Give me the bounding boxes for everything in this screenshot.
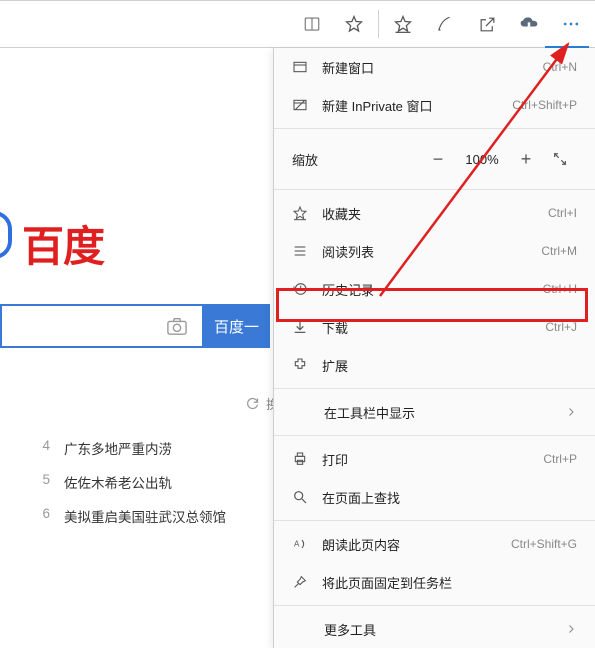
logo-text: 百度 bbox=[22, 223, 104, 270]
read-aloud-icon: A bbox=[292, 536, 308, 552]
news-list: 4 广东多地严重内涝 5 佐佐木希老公出轨 6 美拟重启美国驻武汉总领馆 bbox=[36, 438, 226, 526]
menu-new-inprivate[interactable]: 新建 InPrivate 窗口 Ctrl+Shift+P bbox=[274, 86, 595, 124]
favorite-star-icon[interactable] bbox=[334, 2, 374, 46]
menu-divider bbox=[274, 435, 595, 436]
history-icon bbox=[292, 281, 308, 297]
reading-view-icon[interactable] bbox=[292, 2, 332, 46]
menu-divider bbox=[274, 388, 595, 389]
menu-extensions[interactable]: 扩展 bbox=[274, 346, 595, 384]
menu-favorites[interactable]: 收藏夹 Ctrl+I bbox=[274, 194, 595, 232]
toolbar-separator bbox=[378, 10, 379, 38]
ink-icon[interactable] bbox=[425, 2, 465, 46]
window-icon bbox=[292, 59, 308, 75]
downloads-icon[interactable] bbox=[509, 2, 549, 46]
zoom-value: 100% bbox=[455, 152, 509, 167]
menu-show-in-toolbar[interactable]: 在工具栏中显示 bbox=[274, 393, 595, 431]
menu-divider bbox=[274, 189, 595, 190]
menu-history[interactable]: 历史记录 Ctrl+H bbox=[274, 270, 595, 308]
reading-list-icon bbox=[292, 243, 308, 259]
menu-zoom: 缩放 − 100% + bbox=[274, 133, 595, 185]
zoom-out-button[interactable]: − bbox=[421, 142, 455, 176]
menu-new-window[interactable]: 新建窗口 Ctrl+N bbox=[274, 48, 595, 86]
print-icon bbox=[292, 451, 308, 467]
menu-pin-to-taskbar[interactable]: 将此页面固定到任务栏 bbox=[274, 563, 595, 601]
search-button[interactable]: 百度一 bbox=[202, 304, 270, 348]
search-bar: 百度一 bbox=[0, 304, 270, 348]
search-icon bbox=[292, 489, 308, 505]
news-item[interactable]: 6 美拟重启美国驻武汉总领馆 bbox=[36, 506, 226, 526]
camera-icon[interactable] bbox=[166, 316, 188, 336]
download-icon bbox=[292, 319, 308, 335]
star-icon bbox=[292, 205, 308, 221]
menu-find[interactable]: 在页面上查找 bbox=[274, 478, 595, 516]
pin-icon bbox=[292, 574, 308, 590]
menu-divider bbox=[274, 520, 595, 521]
news-item[interactable]: 4 广东多地严重内涝 bbox=[36, 438, 226, 458]
zoom-in-button[interactable]: + bbox=[509, 142, 543, 176]
favorites-bar-icon[interactable] bbox=[383, 2, 423, 46]
baidu-logo: 百度 bbox=[0, 213, 82, 274]
menu-print[interactable]: 打印 Ctrl+P bbox=[274, 440, 595, 478]
fullscreen-button[interactable] bbox=[543, 142, 577, 176]
chevron-right-icon bbox=[565, 406, 577, 418]
menu-divider bbox=[274, 128, 595, 129]
browser-toolbar bbox=[0, 0, 595, 48]
more-icon[interactable] bbox=[551, 2, 591, 46]
menu-read-aloud[interactable]: A 朗读此页内容 Ctrl+Shift+G bbox=[274, 525, 595, 563]
search-input[interactable] bbox=[0, 304, 202, 348]
extension-icon bbox=[292, 357, 308, 373]
menu-more-tools[interactable]: 更多工具 bbox=[274, 610, 595, 648]
settings-menu: 新建窗口 Ctrl+N 新建 InPrivate 窗口 Ctrl+Shift+P… bbox=[273, 48, 595, 648]
menu-downloads[interactable]: 下载 Ctrl+J bbox=[274, 308, 595, 346]
news-item[interactable]: 5 佐佐木希老公出轨 bbox=[36, 472, 226, 492]
chevron-right-icon bbox=[565, 623, 577, 635]
inprivate-icon bbox=[292, 97, 308, 113]
share-icon[interactable] bbox=[467, 2, 507, 46]
svg-text:A: A bbox=[294, 540, 300, 549]
menu-divider bbox=[274, 605, 595, 606]
menu-reading-list[interactable]: 阅读列表 Ctrl+M bbox=[274, 232, 595, 270]
